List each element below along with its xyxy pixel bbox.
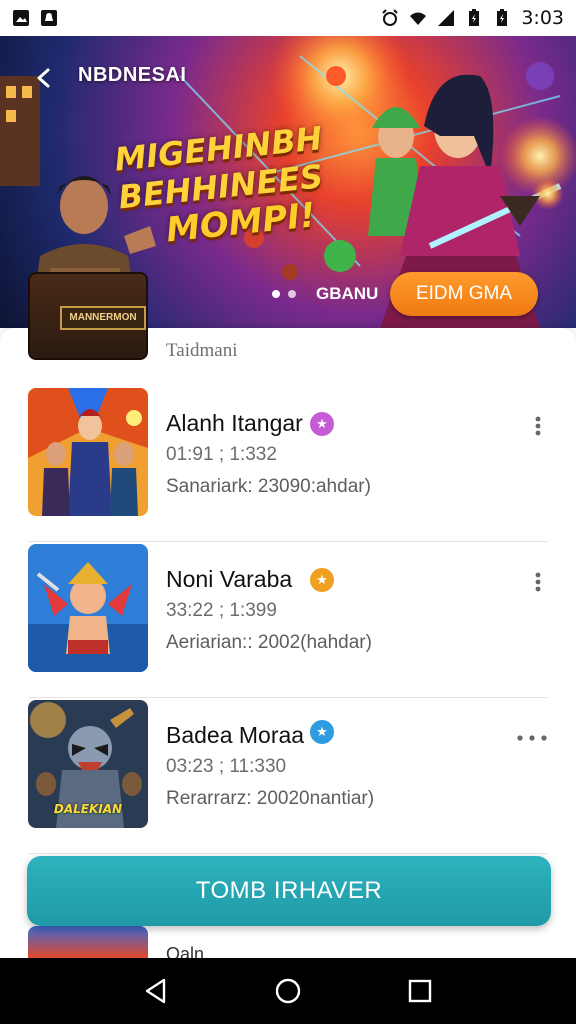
banner-cta-button[interactable]: EIDM GMA <box>390 272 538 316</box>
more-vertical-icon <box>535 416 541 436</box>
game-time: 01:91 ; 1:332 <box>166 444 277 465</box>
list-item[interactable]: DALEKIAN Badea Moraa ★ 03:23 ; 11:330 Re… <box>0 700 576 854</box>
star-badge-icon: ★ <box>310 720 334 744</box>
game-time: 03:23 ; 11:330 <box>166 756 287 777</box>
battery-icon <box>469 9 480 26</box>
section-label: Taidmani <box>166 340 238 361</box>
status-time: 3:03 <box>521 7 564 29</box>
carousel-dots[interactable] <box>272 290 296 298</box>
peek-thumbnail <box>28 926 148 958</box>
back-triangle-icon <box>145 978 166 1004</box>
system-nav-bar <box>0 958 576 1024</box>
more-options-button[interactable] <box>526 570 550 594</box>
game-thumbnail <box>28 388 148 516</box>
back-arrow-icon <box>37 68 50 88</box>
recents-square-icon <box>408 979 432 1003</box>
game-thumbnail: DALEKIAN <box>28 700 148 828</box>
peek-text: Oaln <box>166 944 205 958</box>
photo-icon <box>13 10 29 26</box>
alarm-icon <box>382 9 399 26</box>
list-item[interactable]: Alanh Itangar ★ 01:91 ; 1:332 Sanariark:… <box>0 388 576 542</box>
divider <box>28 853 548 854</box>
more-options-button[interactable] <box>516 726 548 750</box>
game-meta: Aeriarian:: 2002(hahdar) <box>166 632 372 653</box>
divider <box>28 541 548 542</box>
nav-back-button[interactable] <box>136 971 176 1011</box>
primary-action-button[interactable]: TOMB IRHAVER <box>27 856 551 926</box>
more-options-button[interactable] <box>526 414 550 438</box>
carousel-dot[interactable] <box>288 290 296 298</box>
nav-home-button[interactable] <box>268 971 308 1011</box>
battery-icon <box>497 9 508 26</box>
star-badge-icon: ★ <box>310 412 334 436</box>
peek-sign: MANNERMON <box>60 306 146 330</box>
game-thumbnail <box>28 544 148 672</box>
notification-icon <box>41 10 57 26</box>
game-meta: Sanariark: 23090:ahdar) <box>166 476 371 497</box>
divider <box>28 697 548 698</box>
star-badge-icon: ★ <box>310 568 334 592</box>
carousel-dot[interactable] <box>272 290 280 298</box>
banner-title: NBDNESAI <box>78 64 187 86</box>
game-meta: Rerarrarz: 20020nantiar) <box>166 788 375 809</box>
thumbnail-sign: DALEKIAN <box>53 802 123 816</box>
list-item[interactable]: Noni Varaba ★ 33:22 ; 1:399 Aeriarian:: … <box>0 544 576 698</box>
game-title: Alanh Itangar <box>166 410 303 436</box>
signal-icon <box>438 10 455 26</box>
banner-caption: GBANU <box>316 284 379 303</box>
game-title: Noni Varaba <box>166 566 293 592</box>
wifi-icon <box>410 12 427 25</box>
home-circle-icon <box>275 978 301 1004</box>
peek-thumbnail: MANNERMON <box>28 272 148 360</box>
more-horizontal-icon <box>517 735 547 741</box>
nav-recents-button[interactable] <box>400 971 440 1011</box>
game-time: 33:22 ; 1:399 <box>166 600 277 621</box>
back-button[interactable] <box>28 62 60 94</box>
status-bar: 3:03 <box>0 0 576 36</box>
more-vertical-icon <box>535 572 541 592</box>
game-title: Badea Moraa <box>166 722 305 748</box>
